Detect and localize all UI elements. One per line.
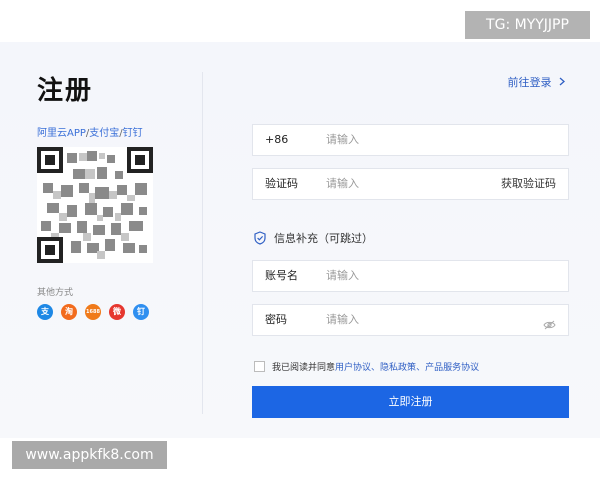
alipay-icon[interactable]: 支	[37, 304, 53, 320]
go-login-link[interactable]: 前往登录	[508, 74, 567, 90]
chevron-right-icon	[559, 77, 565, 86]
info-supplement-text: 信息补充（可跳过）	[274, 232, 373, 245]
code-label: 验证码	[265, 177, 298, 190]
code-input[interactable]: 请输入	[326, 169, 359, 199]
dingtalk-icon[interactable]: 钉	[133, 304, 149, 320]
social-login-row: 支 淘 1688 微 钉	[37, 304, 149, 320]
account-field[interactable]: 账号名 请输入	[252, 260, 569, 292]
weibo-icon[interactable]: 微	[109, 304, 125, 320]
agreement-row: 我已阅读并同意用户协议、隐私政策、产品服务协议	[254, 360, 479, 373]
info-supplement-header: 信息补充（可跳过）	[254, 229, 373, 247]
password-input[interactable]: 请输入	[326, 305, 359, 335]
code-field[interactable]: 验证码 请输入 获取验证码	[252, 168, 569, 200]
scan-app-aliyun: 阿里云APP	[37, 128, 86, 139]
agree-prefix: 我已阅读并同意	[272, 363, 336, 373]
get-code-button[interactable]: 获取验证码	[501, 169, 556, 199]
country-code[interactable]: +86	[265, 125, 288, 155]
other-methods-label: 其他方式	[37, 288, 74, 298]
qr-code-image	[37, 147, 153, 263]
agree-sep: 、	[416, 363, 426, 373]
taobao-icon[interactable]: 淘	[61, 304, 77, 320]
phone-field[interactable]: +86 请输入	[252, 124, 569, 156]
phone-input[interactable]: 请输入	[326, 125, 359, 155]
qr-code	[37, 147, 153, 263]
account-label: 账号名	[265, 269, 298, 282]
watermark-tg: TG: MYYJJPP	[465, 11, 590, 39]
agree-checkbox[interactable]	[254, 361, 265, 372]
password-label: 密码	[265, 313, 287, 326]
account-input[interactable]: 请输入	[326, 261, 359, 291]
service-agreement-link[interactable]: 产品服务协议	[425, 363, 479, 373]
user-agreement-link[interactable]: 用户协议	[335, 363, 371, 373]
1688-icon[interactable]: 1688	[85, 304, 101, 320]
shield-check-icon	[254, 231, 266, 245]
scan-app-dingtalk: 钉钉	[122, 128, 143, 139]
password-field[interactable]: 密码 请输入	[252, 304, 569, 336]
agree-sep: 、	[371, 363, 381, 373]
eye-off-icon[interactable]	[543, 315, 556, 334]
register-button[interactable]: 立即注册	[252, 386, 569, 418]
vertical-divider	[202, 72, 203, 414]
go-login-label: 前往登录	[507, 76, 552, 89]
privacy-policy-link[interactable]: 隐私政策	[380, 363, 416, 373]
watermark-site: www.appkfk8.com	[12, 441, 167, 469]
page-title: 注册	[37, 76, 94, 106]
scan-app-alipay: 支付宝	[89, 128, 120, 139]
scan-hint: 阿里云APP/支付宝/钉钉	[37, 124, 143, 139]
